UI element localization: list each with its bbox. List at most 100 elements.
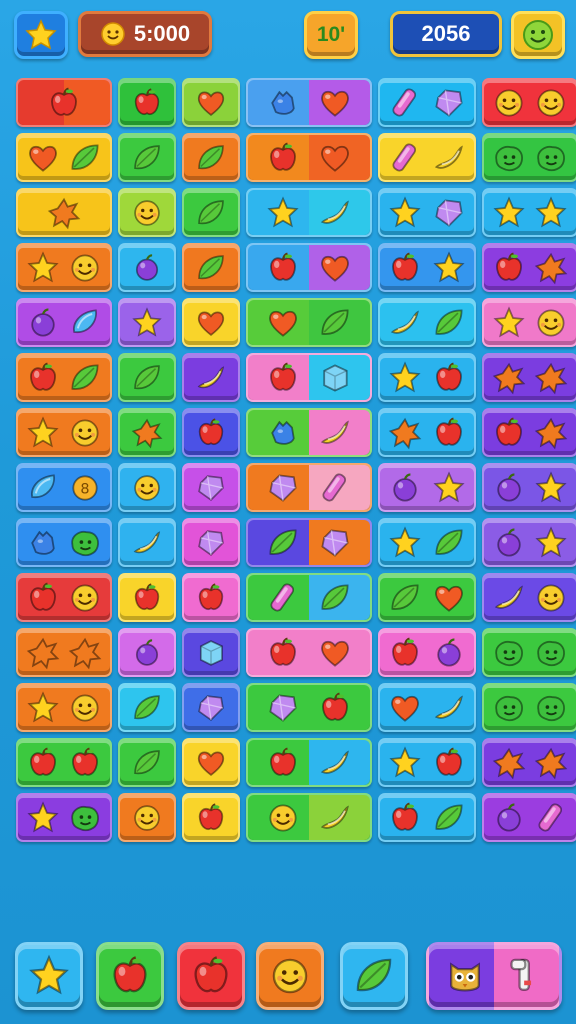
booster-button[interactable] [426,942,562,1010]
tile[interactable] [482,628,576,677]
tray-slot-4[interactable] [256,942,324,1010]
tile[interactable] [246,353,372,402]
tile[interactable] [246,628,372,677]
tile[interactable] [118,78,176,127]
tile[interactable] [482,518,576,567]
tile[interactable] [182,78,240,127]
tile[interactable] [182,738,240,787]
tile[interactable] [378,793,476,842]
tile[interactable] [16,408,112,457]
tile[interactable] [246,408,372,457]
star-icon [27,415,59,447]
tile[interactable] [182,628,240,677]
tile[interactable] [482,408,576,457]
tray-slot-1[interactable] [15,942,83,1010]
tile[interactable] [16,683,112,732]
tile[interactable] [482,793,576,842]
tile[interactable] [16,573,112,622]
tile[interactable] [378,353,476,402]
tile[interactable] [118,793,176,842]
tile[interactable] [482,463,576,512]
tile[interactable] [118,353,176,402]
tile[interactable] [246,573,372,622]
tile[interactable] [378,738,476,787]
tile[interactable] [182,518,240,567]
tile[interactable] [246,243,372,292]
tile[interactable] [182,793,240,842]
tile[interactable] [246,518,372,567]
tray-slot-3[interactable] [177,942,245,1010]
profile-button[interactable] [511,11,565,59]
tile[interactable] [246,738,372,787]
tile[interactable] [378,628,476,677]
tile[interactable] [182,243,240,292]
tile[interactable] [182,188,240,237]
tile[interactable] [182,353,240,402]
score-display: 2056 [390,11,502,57]
tile[interactable] [378,243,476,292]
face-icon [537,309,565,336]
tile[interactable] [118,408,176,457]
tile[interactable] [118,683,176,732]
tile[interactable] [118,188,176,237]
tray-slot-5[interactable] [340,942,408,1010]
tile[interactable] [482,573,576,622]
tile[interactable] [246,463,372,512]
tile[interactable] [16,628,112,677]
star-icon [27,250,59,282]
tile[interactable] [182,133,240,182]
gem-icon [435,88,463,117]
tile[interactable] [16,133,112,182]
tray-slot-2[interactable] [96,942,164,1010]
menu-button[interactable] [14,11,68,59]
tile[interactable] [16,353,112,402]
tile[interactable] [482,353,576,402]
tile[interactable] [378,298,476,347]
tile[interactable] [118,243,176,292]
tile[interactable] [182,463,240,512]
tile[interactable] [378,408,476,457]
tile[interactable] [118,573,176,622]
apple-icon [435,362,462,391]
tile[interactable] [182,683,240,732]
tile[interactable] [16,78,112,127]
tile[interactable] [118,518,176,567]
tile[interactable] [378,463,476,512]
moves-counter: 10' [304,11,358,59]
tile[interactable] [246,793,372,842]
tile[interactable] [482,683,576,732]
tile[interactable] [482,133,576,182]
tile[interactable] [378,133,476,182]
tile[interactable] [378,188,476,237]
tile[interactable] [246,133,372,182]
tile[interactable] [246,188,372,237]
tile[interactable] [118,133,176,182]
tile[interactable] [182,573,240,622]
tile[interactable] [378,683,476,732]
tile[interactable] [482,78,576,127]
tile[interactable] [246,78,372,127]
tile[interactable] [182,408,240,457]
tile[interactable] [16,188,112,237]
tile[interactable] [16,793,112,842]
tile[interactable]: 8 [16,463,112,512]
tile[interactable] [118,463,176,512]
tile[interactable] [16,738,112,787]
tile[interactable] [16,298,112,347]
tile[interactable] [118,738,176,787]
tile[interactable] [118,628,176,677]
tile[interactable] [182,298,240,347]
tile[interactable] [378,518,476,567]
tile[interactable] [482,188,576,237]
tile[interactable] [482,298,576,347]
tile[interactable] [482,738,576,787]
tile[interactable] [378,573,476,622]
tile[interactable] [246,683,372,732]
tile[interactable] [378,78,476,127]
tile[interactable] [16,518,112,567]
tile[interactable] [16,243,112,292]
apple-icon [269,747,296,776]
tile[interactable] [246,298,372,347]
tile[interactable] [482,243,576,292]
tile[interactable] [118,298,176,347]
